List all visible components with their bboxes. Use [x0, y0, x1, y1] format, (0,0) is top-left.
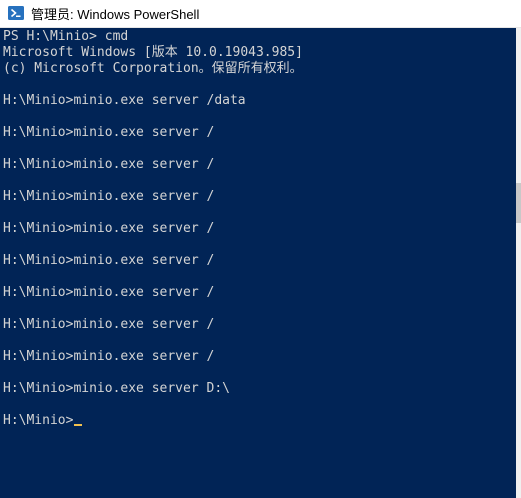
prompt-text: H:\Minio>: [3, 413, 74, 428]
console-line: H:\Minio>minio.exe server /: [3, 317, 215, 332]
console-line: H:\Minio>minio.exe server /: [3, 349, 215, 364]
console-line: H:\Minio>minio.exe server /: [3, 285, 215, 300]
console-line: H:\Minio>minio.exe server D:\: [3, 381, 230, 396]
console-line: H:\Minio>minio.exe server /: [3, 125, 215, 140]
powershell-icon: [8, 5, 24, 21]
text-cursor: [74, 424, 83, 426]
console-line: H:\Minio>minio.exe server /: [3, 253, 215, 268]
console-line: H:\Minio>minio.exe server /data: [3, 93, 246, 108]
window-title: 管理员: Windows PowerShell: [31, 7, 200, 22]
console-prompt[interactable]: H:\Minio>: [3, 413, 83, 429]
console-line: H:\Minio>minio.exe server /: [3, 189, 215, 204]
vertical-scrollbar[interactable]: [516, 28, 521, 498]
console-line: Microsoft Windows [版本 10.0.19043.985]: [3, 45, 303, 60]
console-line: H:\Minio>minio.exe server /: [3, 157, 215, 172]
scrollbar-thumb[interactable]: [516, 183, 521, 223]
powershell-window: 管理员: Windows PowerShell PS H:\Minio> cmd…: [0, 0, 521, 498]
title-bar[interactable]: 管理员: Windows PowerShell: [0, 0, 521, 28]
console-line: (c) Microsoft Corporation。保留所有权利。: [3, 61, 303, 76]
console-output[interactable]: PS H:\Minio> cmd Microsoft Windows [版本 1…: [0, 28, 516, 498]
console-line: PS H:\Minio> cmd: [3, 29, 129, 44]
console-line: H:\Minio>minio.exe server /: [3, 221, 215, 236]
